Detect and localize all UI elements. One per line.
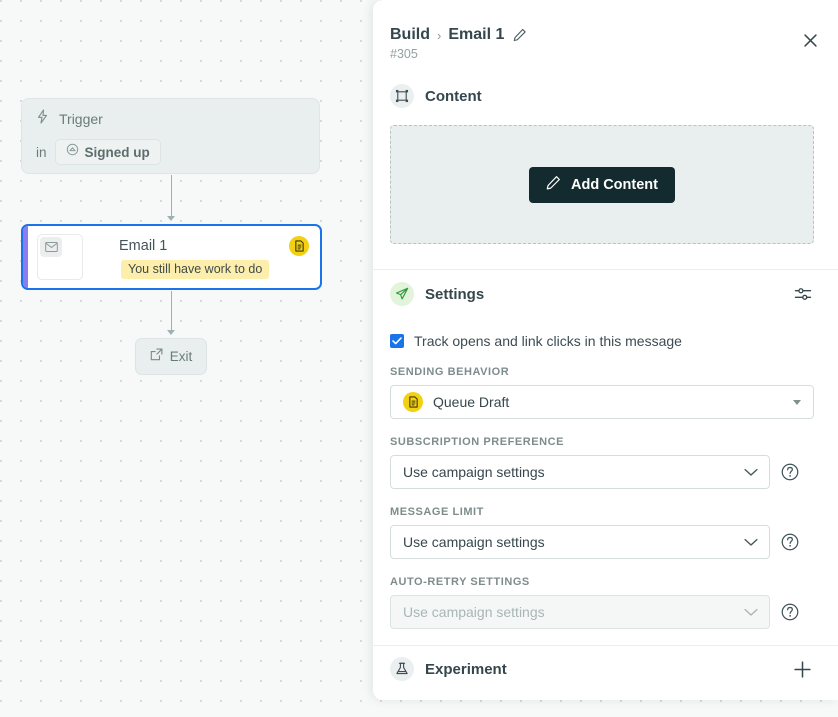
chevron-down-icon <box>744 468 758 477</box>
draft-document-icon[interactable] <box>289 236 309 256</box>
question-circle-icon[interactable] <box>781 463 799 481</box>
trigger-node[interactable]: Trigger in Signed up <box>21 98 320 174</box>
envelope-icon <box>40 237 62 257</box>
flask-icon <box>390 657 414 681</box>
app-root: Trigger in Signed up Email 1 You still h… <box>0 0 838 717</box>
message-limit-value: Use campaign settings <box>403 534 545 550</box>
content-section-header: Content <box>373 84 838 108</box>
connector-email-exit-arrow <box>167 330 175 335</box>
question-circle-icon[interactable] <box>781 603 799 621</box>
email-node-status-badge: You still have work to do <box>121 260 270 279</box>
panel-header: Build › Email 1 #305 <box>373 0 838 61</box>
content-placeholder-box: Add Content <box>390 125 814 244</box>
divider-content-settings <box>373 269 838 270</box>
trigger-event-chip-label: Signed up <box>84 144 150 160</box>
email-node-accent-bar <box>23 226 28 288</box>
breadcrumb-current: Email 1 <box>448 26 505 43</box>
message-limit-select[interactable]: Use campaign settings <box>390 525 770 559</box>
plus-icon[interactable] <box>790 657 814 681</box>
target-circle-icon <box>66 143 79 161</box>
content-section-title: Content <box>425 87 482 105</box>
connector-email-exit <box>171 291 172 331</box>
settings-section: Settings Track opens and link clicks in … <box>373 282 838 629</box>
add-content-button-label: Add Content <box>571 176 658 193</box>
field-label-message-limit: MESSAGE LIMIT <box>390 506 484 518</box>
chevron-down-icon <box>744 538 758 547</box>
paper-plane-icon <box>390 282 414 306</box>
sliders-icon[interactable] <box>792 283 814 305</box>
frame-icon <box>390 84 414 108</box>
field-subscription-preference: SUBSCRIPTION PREFERENCE Use campaign set… <box>390 436 814 489</box>
field-auto-retry-settings: AUTO-RETRY SETTINGS Use campaign setting… <box>390 576 814 629</box>
field-sending-behavior: SENDING BEHAVIOR Queue Draft <box>390 366 814 419</box>
field-message-limit: MESSAGE LIMIT Use campaign settings <box>390 506 814 559</box>
email-node-thumbnail <box>37 234 83 280</box>
trigger-event-chip[interactable]: Signed up <box>54 139 161 165</box>
track-opens-checkbox[interactable] <box>390 334 404 348</box>
exit-node-label: Exit <box>169 349 193 364</box>
caret-down-icon <box>793 399 801 405</box>
field-row-auto-retry-settings: Use campaign settings <box>390 595 814 629</box>
pencil-icon[interactable] <box>513 28 527 42</box>
chevron-down-icon <box>744 608 758 617</box>
settings-section-title: Settings <box>425 285 485 303</box>
auto-retry-settings-value: Use campaign settings <box>403 604 545 620</box>
field-label-sending-behavior: SENDING BEHAVIOR <box>390 366 510 378</box>
lightning-icon <box>36 109 49 129</box>
sending-behavior-value: Queue Draft <box>433 394 510 410</box>
pencil-icon <box>546 175 561 195</box>
connector-trigger-email <box>171 175 172 217</box>
track-opens-label: Track opens and link clicks in this mess… <box>414 333 682 349</box>
auto-retry-settings-select: Use campaign settings <box>390 595 770 629</box>
email-node[interactable]: Email 1 You still have work to do <box>21 224 322 290</box>
exit-node[interactable]: Exit <box>135 338 207 375</box>
draft-document-icon <box>403 392 423 412</box>
field-label-auto-retry-settings: AUTO-RETRY SETTINGS <box>390 576 530 588</box>
trigger-node-condition: in Signed up <box>36 139 161 165</box>
close-icon[interactable] <box>800 30 820 50</box>
email-node-title: Email 1 <box>119 238 168 254</box>
experiment-section-header: Experiment <box>373 657 838 681</box>
field-row-subscription-preference: Use campaign settings <box>390 455 814 489</box>
track-opens-row[interactable]: Track opens and link clicks in this mess… <box>390 333 838 349</box>
content-section: Content Add Content <box>373 84 838 244</box>
trigger-node-header: Trigger <box>36 109 103 129</box>
divider-settings-experiment <box>373 645 838 646</box>
field-row-sending-behavior: Queue Draft <box>390 385 814 419</box>
experiment-section-title: Experiment <box>425 660 507 678</box>
subscription-preference-value: Use campaign settings <box>403 464 545 480</box>
connector-trigger-email-arrow <box>167 216 175 221</box>
field-row-message-limit: Use campaign settings <box>390 525 814 559</box>
experiment-section: Experiment <box>373 657 838 681</box>
add-content-button[interactable]: Add Content <box>529 166 675 203</box>
breadcrumb-separator: › <box>437 27 442 43</box>
external-link-icon <box>150 348 163 366</box>
panel-node-id: #305 <box>390 47 418 61</box>
subscription-preference-select[interactable]: Use campaign settings <box>390 455 770 489</box>
field-label-subscription-preference: SUBSCRIPTION PREFERENCE <box>390 436 565 448</box>
question-circle-icon[interactable] <box>781 533 799 551</box>
breadcrumb-root[interactable]: Build <box>390 26 430 44</box>
trigger-node-label: Trigger <box>59 111 103 127</box>
settings-section-header: Settings <box>373 282 838 306</box>
breadcrumb: Build › Email 1 <box>390 26 814 44</box>
trigger-in-label: in <box>36 144 47 160</box>
sending-behavior-select[interactable]: Queue Draft <box>390 385 814 419</box>
details-panel: Build › Email 1 #305 Content Add Content… <box>373 0 838 700</box>
